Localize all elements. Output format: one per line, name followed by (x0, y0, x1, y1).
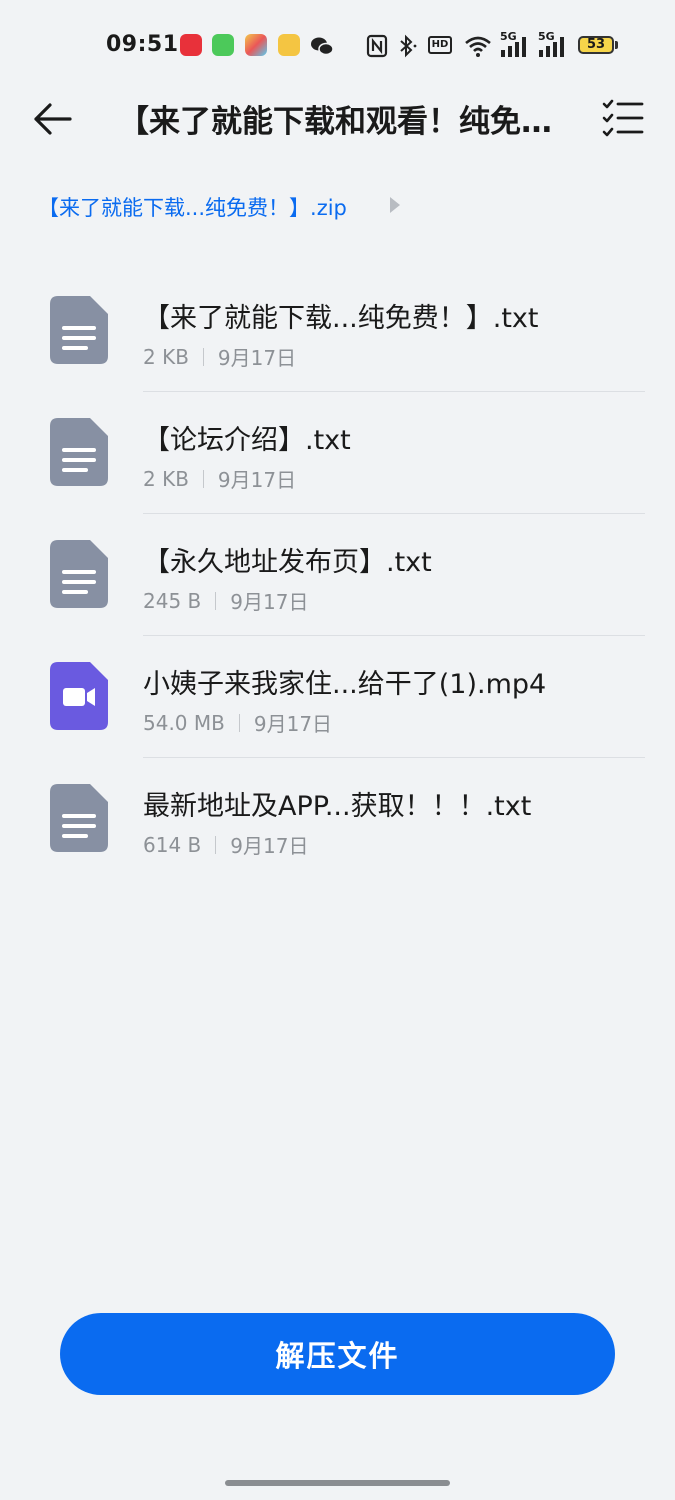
page-title: 【来了就能下载和观看！纯免… (118, 104, 552, 140)
meta-separator (202, 347, 204, 366)
status-bar: 09:51 HD 5G 5G 53 (0, 28, 675, 64)
battery-icon: 53 (578, 36, 614, 54)
list-item[interactable]: 小姨子来我家住...给干了(1).mp4 54.0 MB 9月17日 (0, 636, 675, 758)
file-date: 9月17日 (217, 346, 297, 370)
file-meta: 2 KB 9月17日 (143, 342, 296, 371)
meta-separator (202, 469, 204, 488)
meta-separator (215, 835, 217, 854)
file-date: 9月17日 (230, 834, 309, 858)
meta-separator (215, 591, 217, 610)
file-date: 9月17日 (230, 590, 309, 614)
chevron-right-icon (390, 197, 400, 213)
list-item[interactable]: 最新地址及APP...获取！！！.txt 614 B 9月17日 (0, 758, 675, 880)
top-toolbar: 【来了就能下载和观看！纯免… (0, 88, 675, 148)
cellular-signal-icon-2 (539, 37, 564, 57)
file-size: 54.0 MB (143, 710, 225, 735)
checklist-menu-icon (602, 99, 644, 137)
file-size: 2 KB (143, 344, 189, 369)
file-name: 最新地址及APP...获取！！！.txt (143, 791, 532, 822)
wechat-icon (311, 37, 334, 56)
bluetooth-icon (400, 34, 417, 58)
file-date: 9月17日 (217, 468, 297, 492)
list-item[interactable]: 【永久地址发布页】.txt 245 B 9月17日 (0, 514, 675, 636)
app-notification-icon-red (180, 34, 202, 56)
file-date: 9月17日 (253, 712, 333, 736)
select-menu-button[interactable] (600, 94, 648, 142)
back-arrow-icon (34, 103, 72, 135)
notes-icon (278, 34, 300, 56)
battery-tip (615, 41, 618, 49)
text-document-icon (50, 296, 108, 364)
breadcrumb: 【来了就能下载...纯免费！】.zip (38, 190, 400, 224)
breadcrumb-current[interactable]: 【来了就能下载...纯免费！】.zip (38, 192, 347, 222)
file-size: 245 B (143, 588, 202, 613)
messages-icon (212, 34, 234, 56)
file-name: 小姨子来我家住...给干了(1).mp4 (143, 669, 547, 700)
file-meta: 245 B 9月17日 (143, 586, 308, 615)
text-document-icon (50, 784, 108, 852)
file-size: 2 KB (143, 466, 189, 491)
file-meta: 614 B 9月17日 (143, 830, 308, 859)
file-name: 【论坛介绍】.txt (143, 425, 351, 456)
text-document-icon (50, 418, 108, 486)
file-meta: 2 KB 9月17日 (143, 464, 296, 493)
video-file-icon (50, 662, 108, 730)
hd-voice-icon: HD (428, 36, 452, 54)
back-button[interactable] (28, 94, 78, 144)
status-time: 09:51 (106, 32, 179, 57)
meta-separator (238, 713, 240, 732)
nfc-icon (366, 34, 388, 58)
list-item[interactable]: 【来了就能下载...纯免费！】.txt 2 KB 9月17日 (0, 270, 675, 392)
file-size: 614 B (143, 832, 202, 857)
cellular-signal-icon-1 (501, 37, 526, 57)
file-list: 【来了就能下载...纯免费！】.txt 2 KB 9月17日 【论坛介绍】.tx… (0, 270, 675, 880)
text-document-icon (50, 540, 108, 608)
home-indicator[interactable] (225, 1480, 450, 1486)
list-item[interactable]: 【论坛介绍】.txt 2 KB 9月17日 (0, 392, 675, 514)
file-name: 【来了就能下载...纯免费！】.txt (143, 303, 539, 334)
extract-files-button[interactable]: 解压文件 (60, 1313, 615, 1395)
app-notification-icon-colorful (245, 34, 267, 56)
wifi-icon (465, 36, 491, 57)
file-name: 【永久地址发布页】.txt (143, 547, 432, 578)
file-meta: 54.0 MB 9月17日 (143, 708, 332, 737)
